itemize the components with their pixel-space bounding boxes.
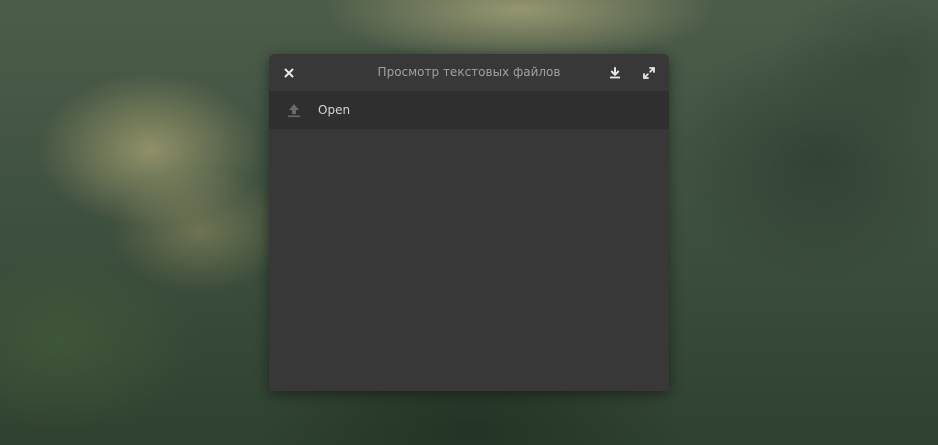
- close-icon: [284, 68, 294, 78]
- close-button[interactable]: [279, 63, 299, 83]
- maximize-icon: [643, 67, 655, 79]
- maximize-button[interactable]: [639, 63, 659, 83]
- download-icon: [610, 67, 620, 79]
- text-viewer-window: Просмотр текстовых файлов Open: [269, 54, 669, 391]
- desktop-background: Просмотр текстовых файлов Open: [0, 0, 938, 445]
- download-button[interactable]: [605, 63, 625, 83]
- upload-icon: [285, 101, 303, 119]
- window-title: Просмотр текстовых файлов: [377, 65, 561, 79]
- content-area: [269, 129, 669, 391]
- toolbar: Open: [269, 91, 669, 129]
- titlebar: Просмотр текстовых файлов: [269, 54, 669, 91]
- open-label: Open: [318, 103, 351, 117]
- open-button[interactable]: Open: [269, 91, 362, 129]
